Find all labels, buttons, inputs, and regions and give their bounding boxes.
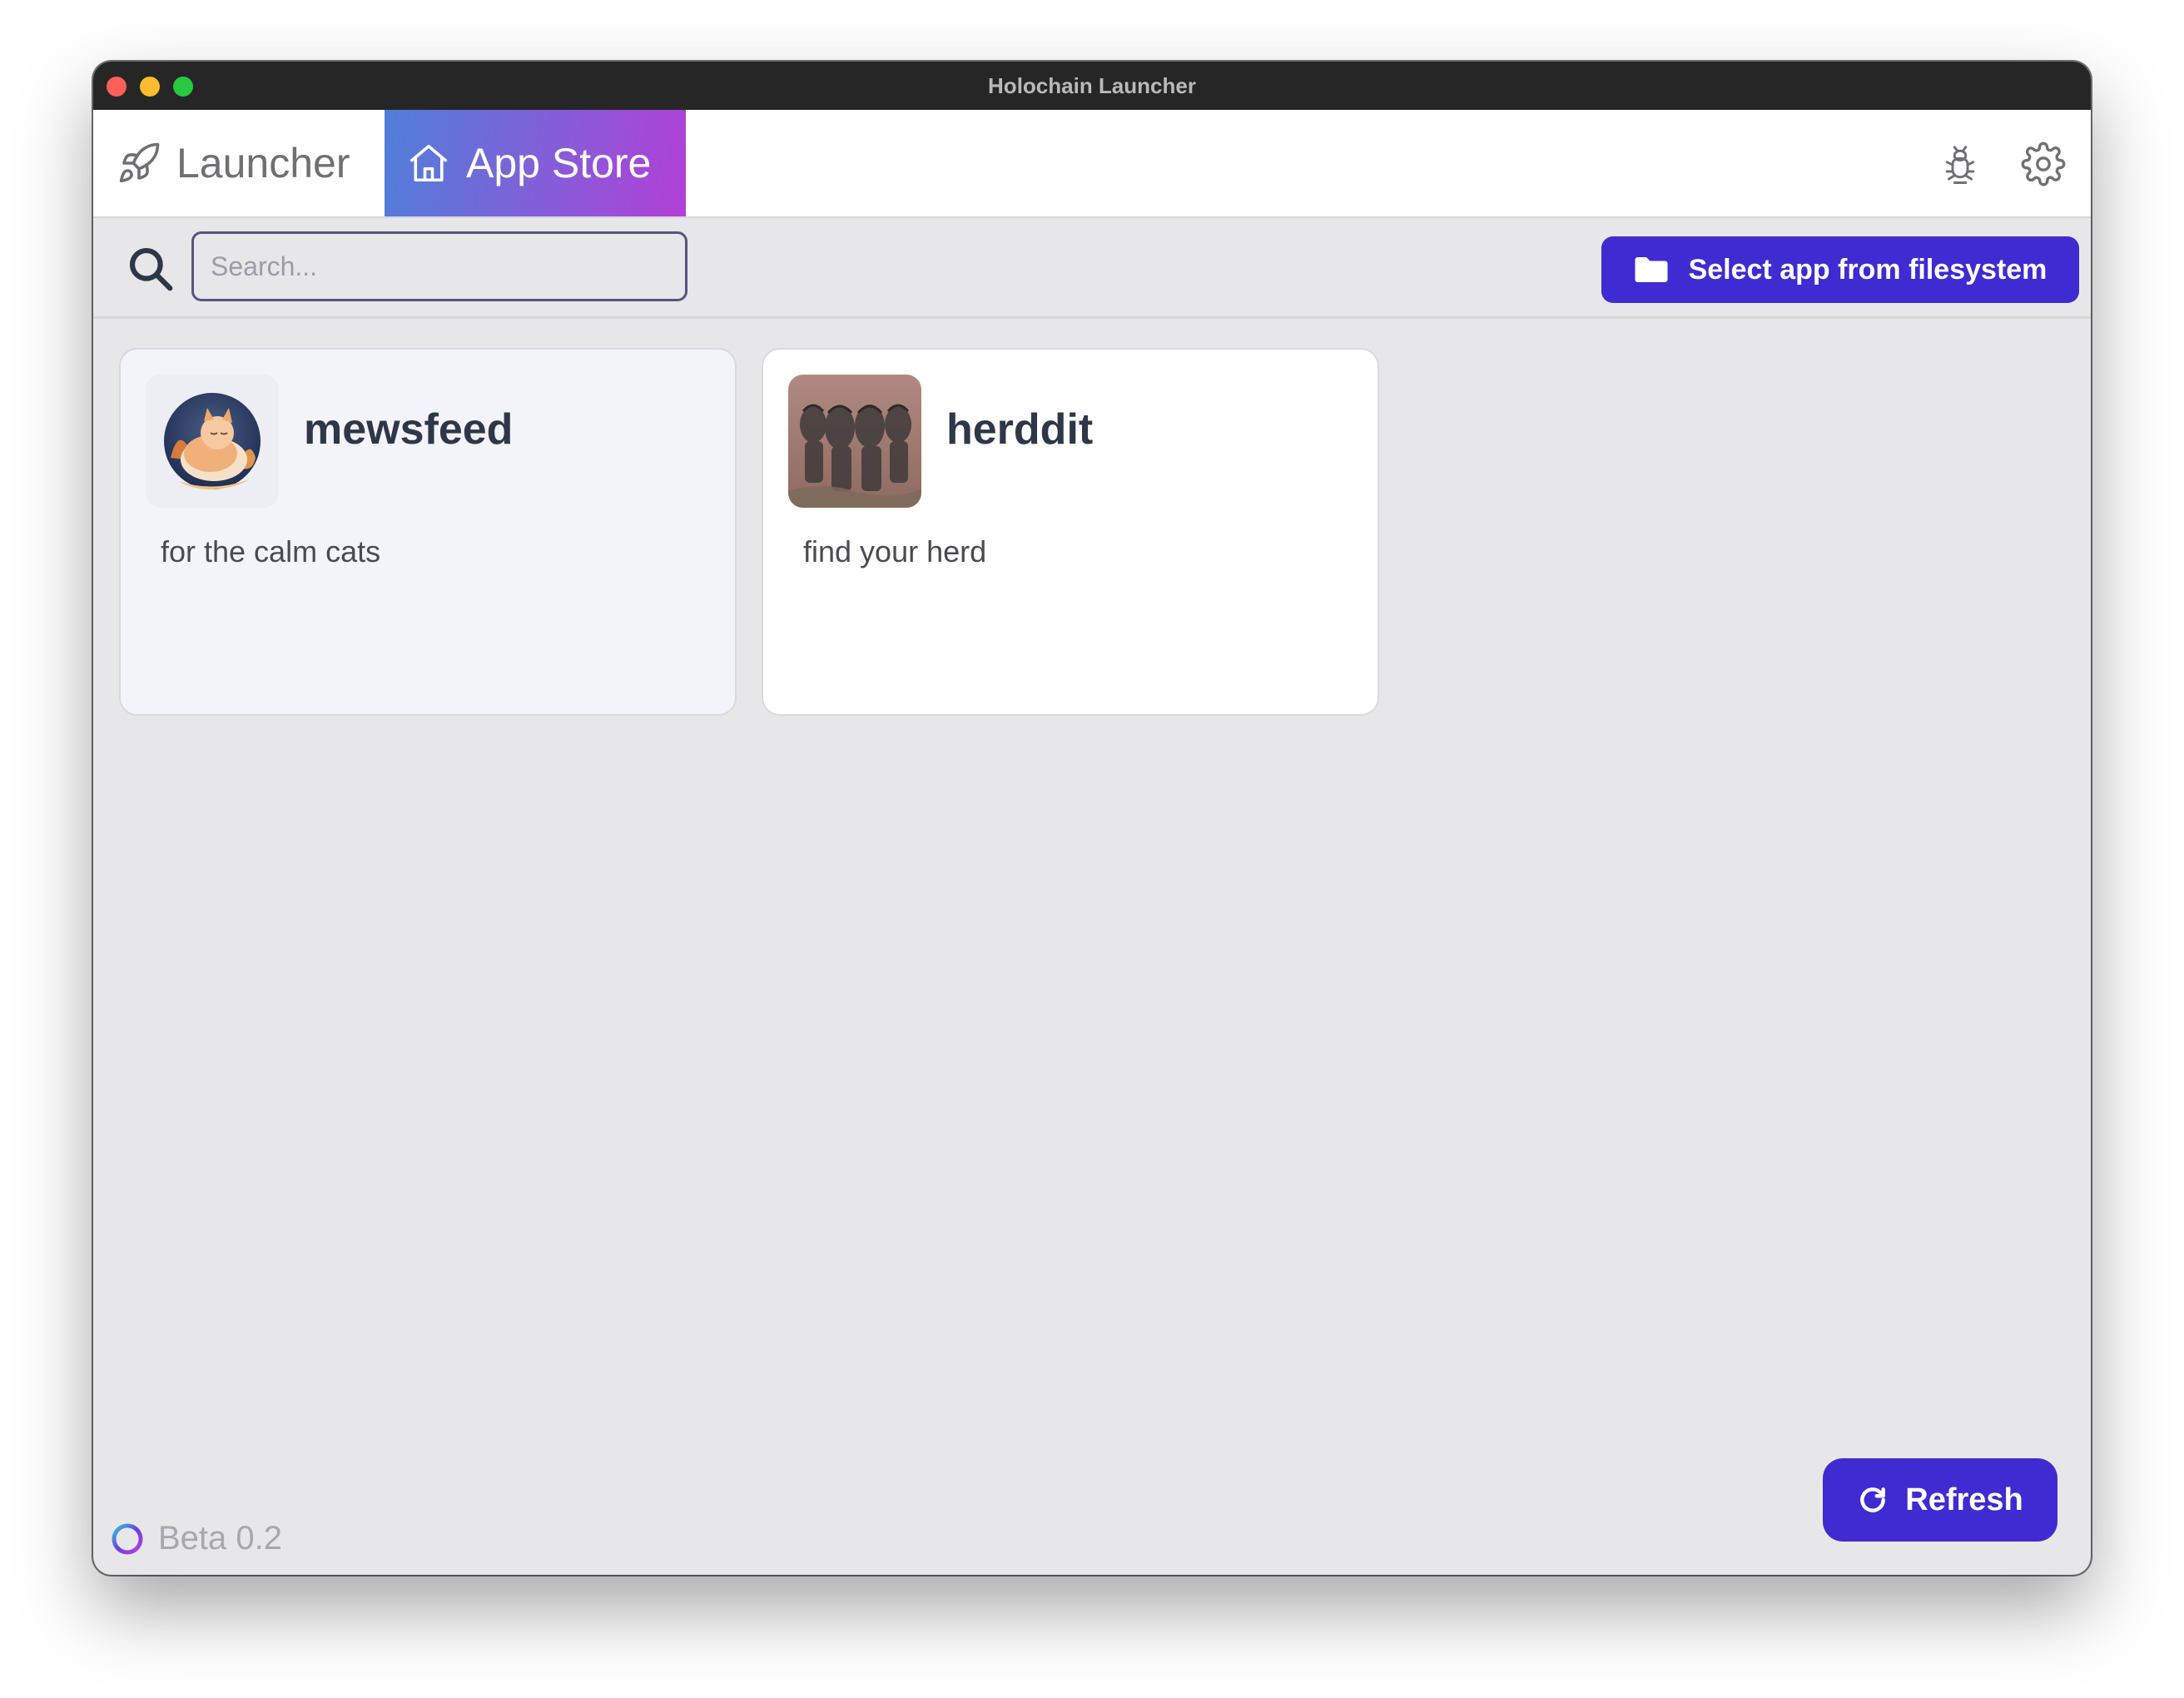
- tab-launcher-label: Launcher: [176, 140, 350, 186]
- tab-launcher[interactable]: Launcher: [93, 110, 385, 216]
- holochain-logo-icon: [110, 1522, 145, 1556]
- mewsfeed-app-icon: [146, 375, 279, 508]
- app-window: Holochain Launcher Launcher App Store Se…: [93, 62, 2091, 1575]
- select-app-from-filesystem-button[interactable]: Select app from filesystem: [1601, 236, 2079, 303]
- app-name: mewsfeed: [304, 405, 514, 454]
- gear-icon[interactable]: [2021, 142, 2066, 186]
- select-app-label: Select app from filesystem: [1688, 253, 2048, 285]
- rocket-icon: [117, 141, 161, 186]
- home-icon: [406, 141, 451, 186]
- app-description: find your herd: [803, 534, 987, 568]
- version-indicator: Beta 0.2: [110, 1520, 282, 1557]
- tab-app-store[interactable]: App Store: [385, 110, 686, 216]
- app-name: herddit: [946, 405, 1094, 454]
- search-input[interactable]: [191, 231, 687, 301]
- app-card-mewsfeed[interactable]: mewsfeed for the calm cats: [119, 348, 737, 716]
- tab-app-store-label: App Store: [466, 140, 652, 186]
- toolbar: Select app from filesystem: [93, 218, 2091, 319]
- window-title: Holochain Launcher: [988, 73, 1196, 98]
- folder-icon: [1634, 255, 1669, 285]
- app-description: for the calm cats: [161, 534, 381, 568]
- debug-icon[interactable]: [1938, 142, 1983, 186]
- refresh-button[interactable]: Refresh: [1823, 1458, 2057, 1542]
- top-nav: Launcher App Store: [93, 110, 2091, 218]
- herddit-app-icon: [788, 375, 921, 508]
- search-icon: [125, 243, 176, 295]
- app-card-herddit[interactable]: herddit find your herd: [762, 348, 1379, 716]
- title-bar: Holochain Launcher: [93, 62, 2091, 110]
- version-label: Beta 0.2: [158, 1520, 283, 1556]
- refresh-label: Refresh: [1905, 1482, 2023, 1517]
- refresh-icon: [1857, 1484, 1889, 1516]
